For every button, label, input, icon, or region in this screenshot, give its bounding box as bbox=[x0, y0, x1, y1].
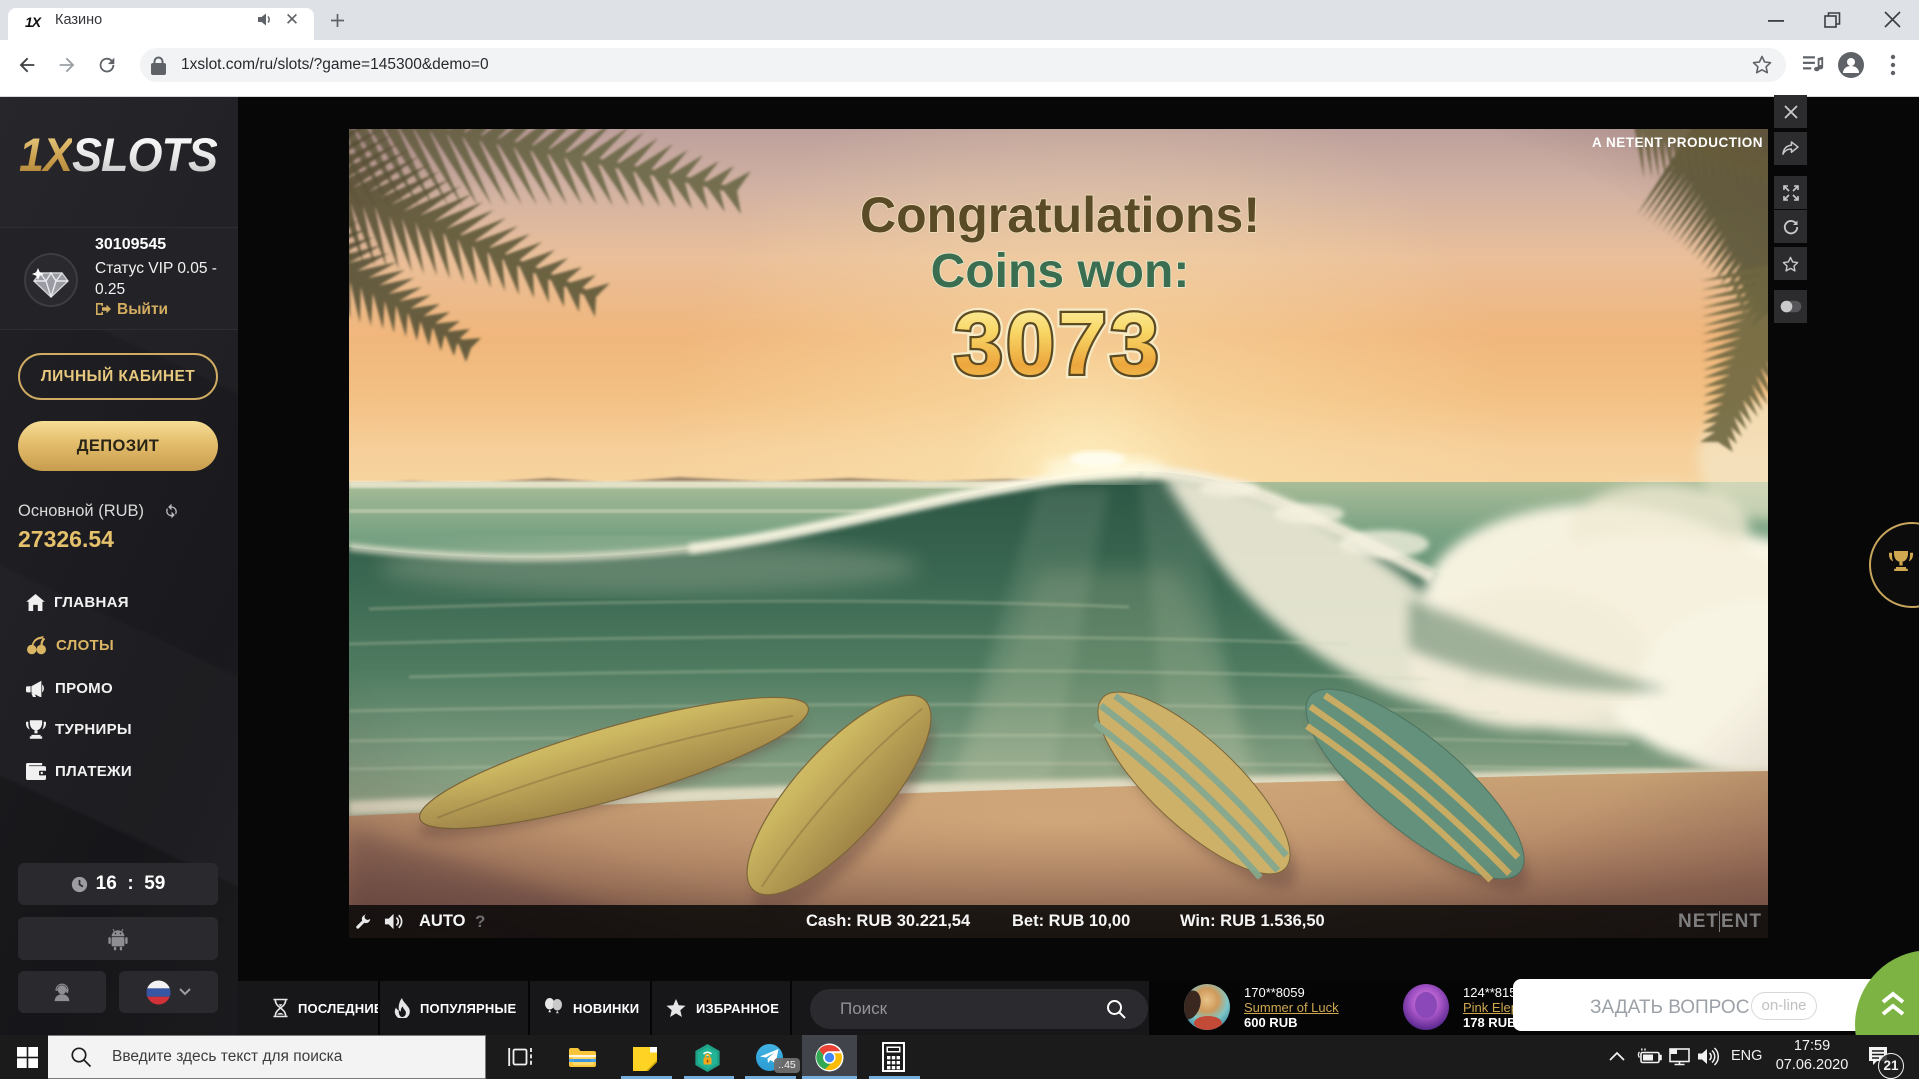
svg-text:Coins won:: Coins won: bbox=[931, 245, 1190, 298]
svg-text:3073: 3073 bbox=[954, 294, 1162, 393]
svg-text:A NETENT PRODUCTION: A NETENT PRODUCTION bbox=[1592, 135, 1763, 150]
svg-text:Congratulations!: Congratulations! bbox=[860, 187, 1260, 243]
